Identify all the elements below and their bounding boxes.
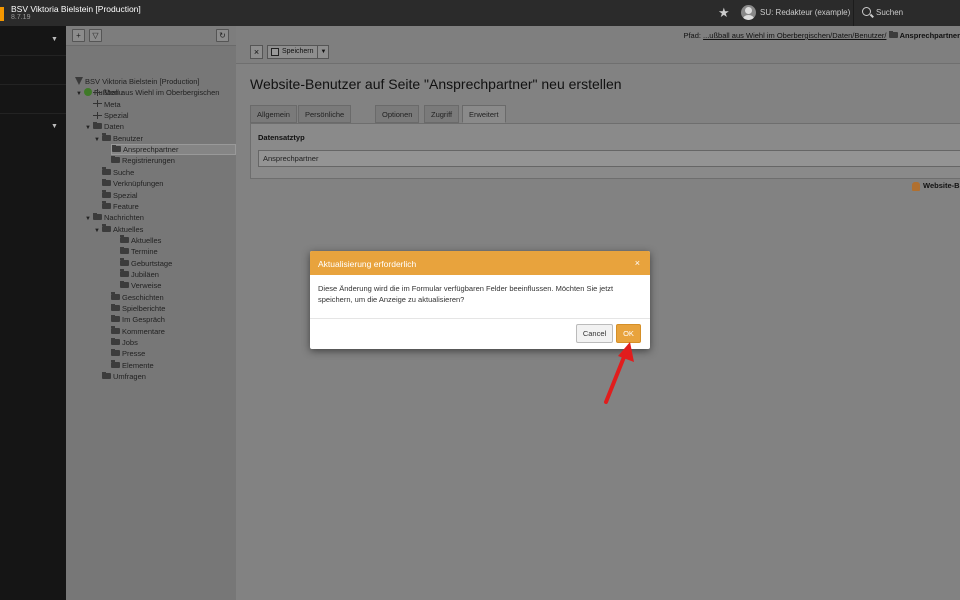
arrow-shaft [604, 350, 628, 404]
close-icon[interactable]: × [635, 258, 640, 268]
red-arrow-annotation [604, 342, 634, 404]
modal-title: Aktualisierung erforderlich [318, 259, 417, 269]
modal-backdrop: Aktualisierung erforderlich × Diese Ände… [0, 0, 960, 600]
arrow-head [618, 342, 634, 362]
divider [310, 318, 650, 319]
modal-body: Diese Änderung wird die im Formular verf… [318, 284, 614, 304]
modal-header: Aktualisierung erforderlich × [310, 251, 650, 275]
modal-dialog: Aktualisierung erforderlich × Diese Ände… [310, 251, 650, 349]
